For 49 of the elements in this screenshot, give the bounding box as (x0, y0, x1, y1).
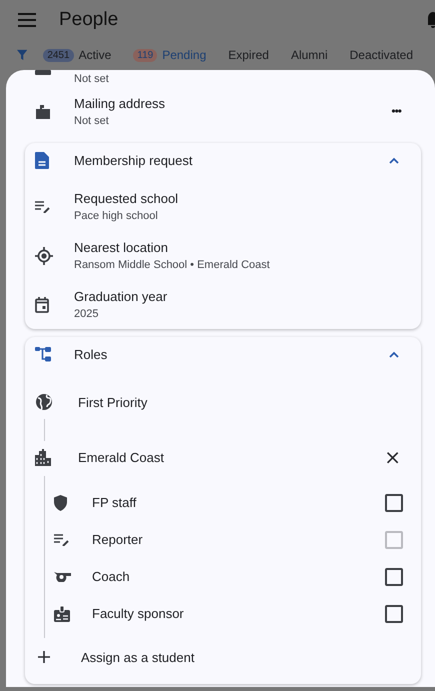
document-icon (35, 152, 49, 168)
section-title: Membership request (74, 152, 194, 168)
region-name: Emerald Coast (78, 450, 165, 464)
checkbox[interactable] (385, 604, 403, 622)
organization-name: First Priority (78, 394, 148, 410)
globe-icon (35, 393, 53, 411)
calendar-icon (35, 296, 49, 312)
checkbox[interactable] (385, 568, 403, 586)
role-name: FP staff (92, 495, 138, 510)
field-label: Nearest location (74, 240, 169, 255)
bell-icon[interactable] (428, 11, 435, 29)
edit-note-icon (35, 200, 51, 212)
filter-tab[interactable]: 119 Pending (133, 48, 206, 62)
hierarchy-icon (35, 346, 51, 362)
mailbox-icon (35, 103, 51, 119)
filter-tab[interactable]: Deactivated (350, 48, 413, 62)
page-title: People (59, 9, 120, 31)
more-button[interactable]: ••• (391, 104, 401, 118)
chevron-icon[interactable] (389, 156, 399, 164)
city-icon (35, 448, 51, 466)
id-badge-icon (54, 606, 70, 622)
location-target-icon (35, 246, 53, 264)
filter-tab[interactable]: Alumni (290, 48, 328, 62)
role-name: Faculty sponsor (92, 606, 185, 621)
role-name: Reporter (92, 532, 144, 547)
field-value: 2025 (74, 308, 100, 320)
field-label: Graduation year (74, 289, 168, 304)
count-badge: 2451 (43, 48, 74, 62)
field-label: Mailing address (74, 96, 166, 110)
checkbox[interactable] (385, 494, 403, 512)
field-value: Not set (74, 114, 110, 126)
section-title: Roles (74, 346, 108, 362)
filter-tab[interactable]: 2451 Active (43, 48, 112, 62)
role-name: Coach (92, 569, 131, 584)
assign-student-button[interactable]: Assign as a student (35, 640, 411, 674)
menu-icon[interactable] (18, 13, 36, 27)
chevron-icon[interactable] (389, 350, 399, 358)
field-value: Not set (73, 73, 109, 85)
shield-icon (54, 494, 67, 510)
whistle-icon (54, 571, 71, 582)
filter-tab[interactable]: Expired (228, 48, 269, 62)
field-value: Ransom Middle School • Emerald Coast (74, 259, 271, 271)
plus-icon (38, 651, 50, 663)
count-badge: 119 (133, 48, 158, 62)
edit-note-icon (54, 534, 70, 546)
field-value: Pace high school (74, 210, 159, 222)
field-label: Requested school (74, 191, 180, 206)
remove-button[interactable]: × (384, 447, 401, 467)
tray-icon (35, 70, 51, 76)
